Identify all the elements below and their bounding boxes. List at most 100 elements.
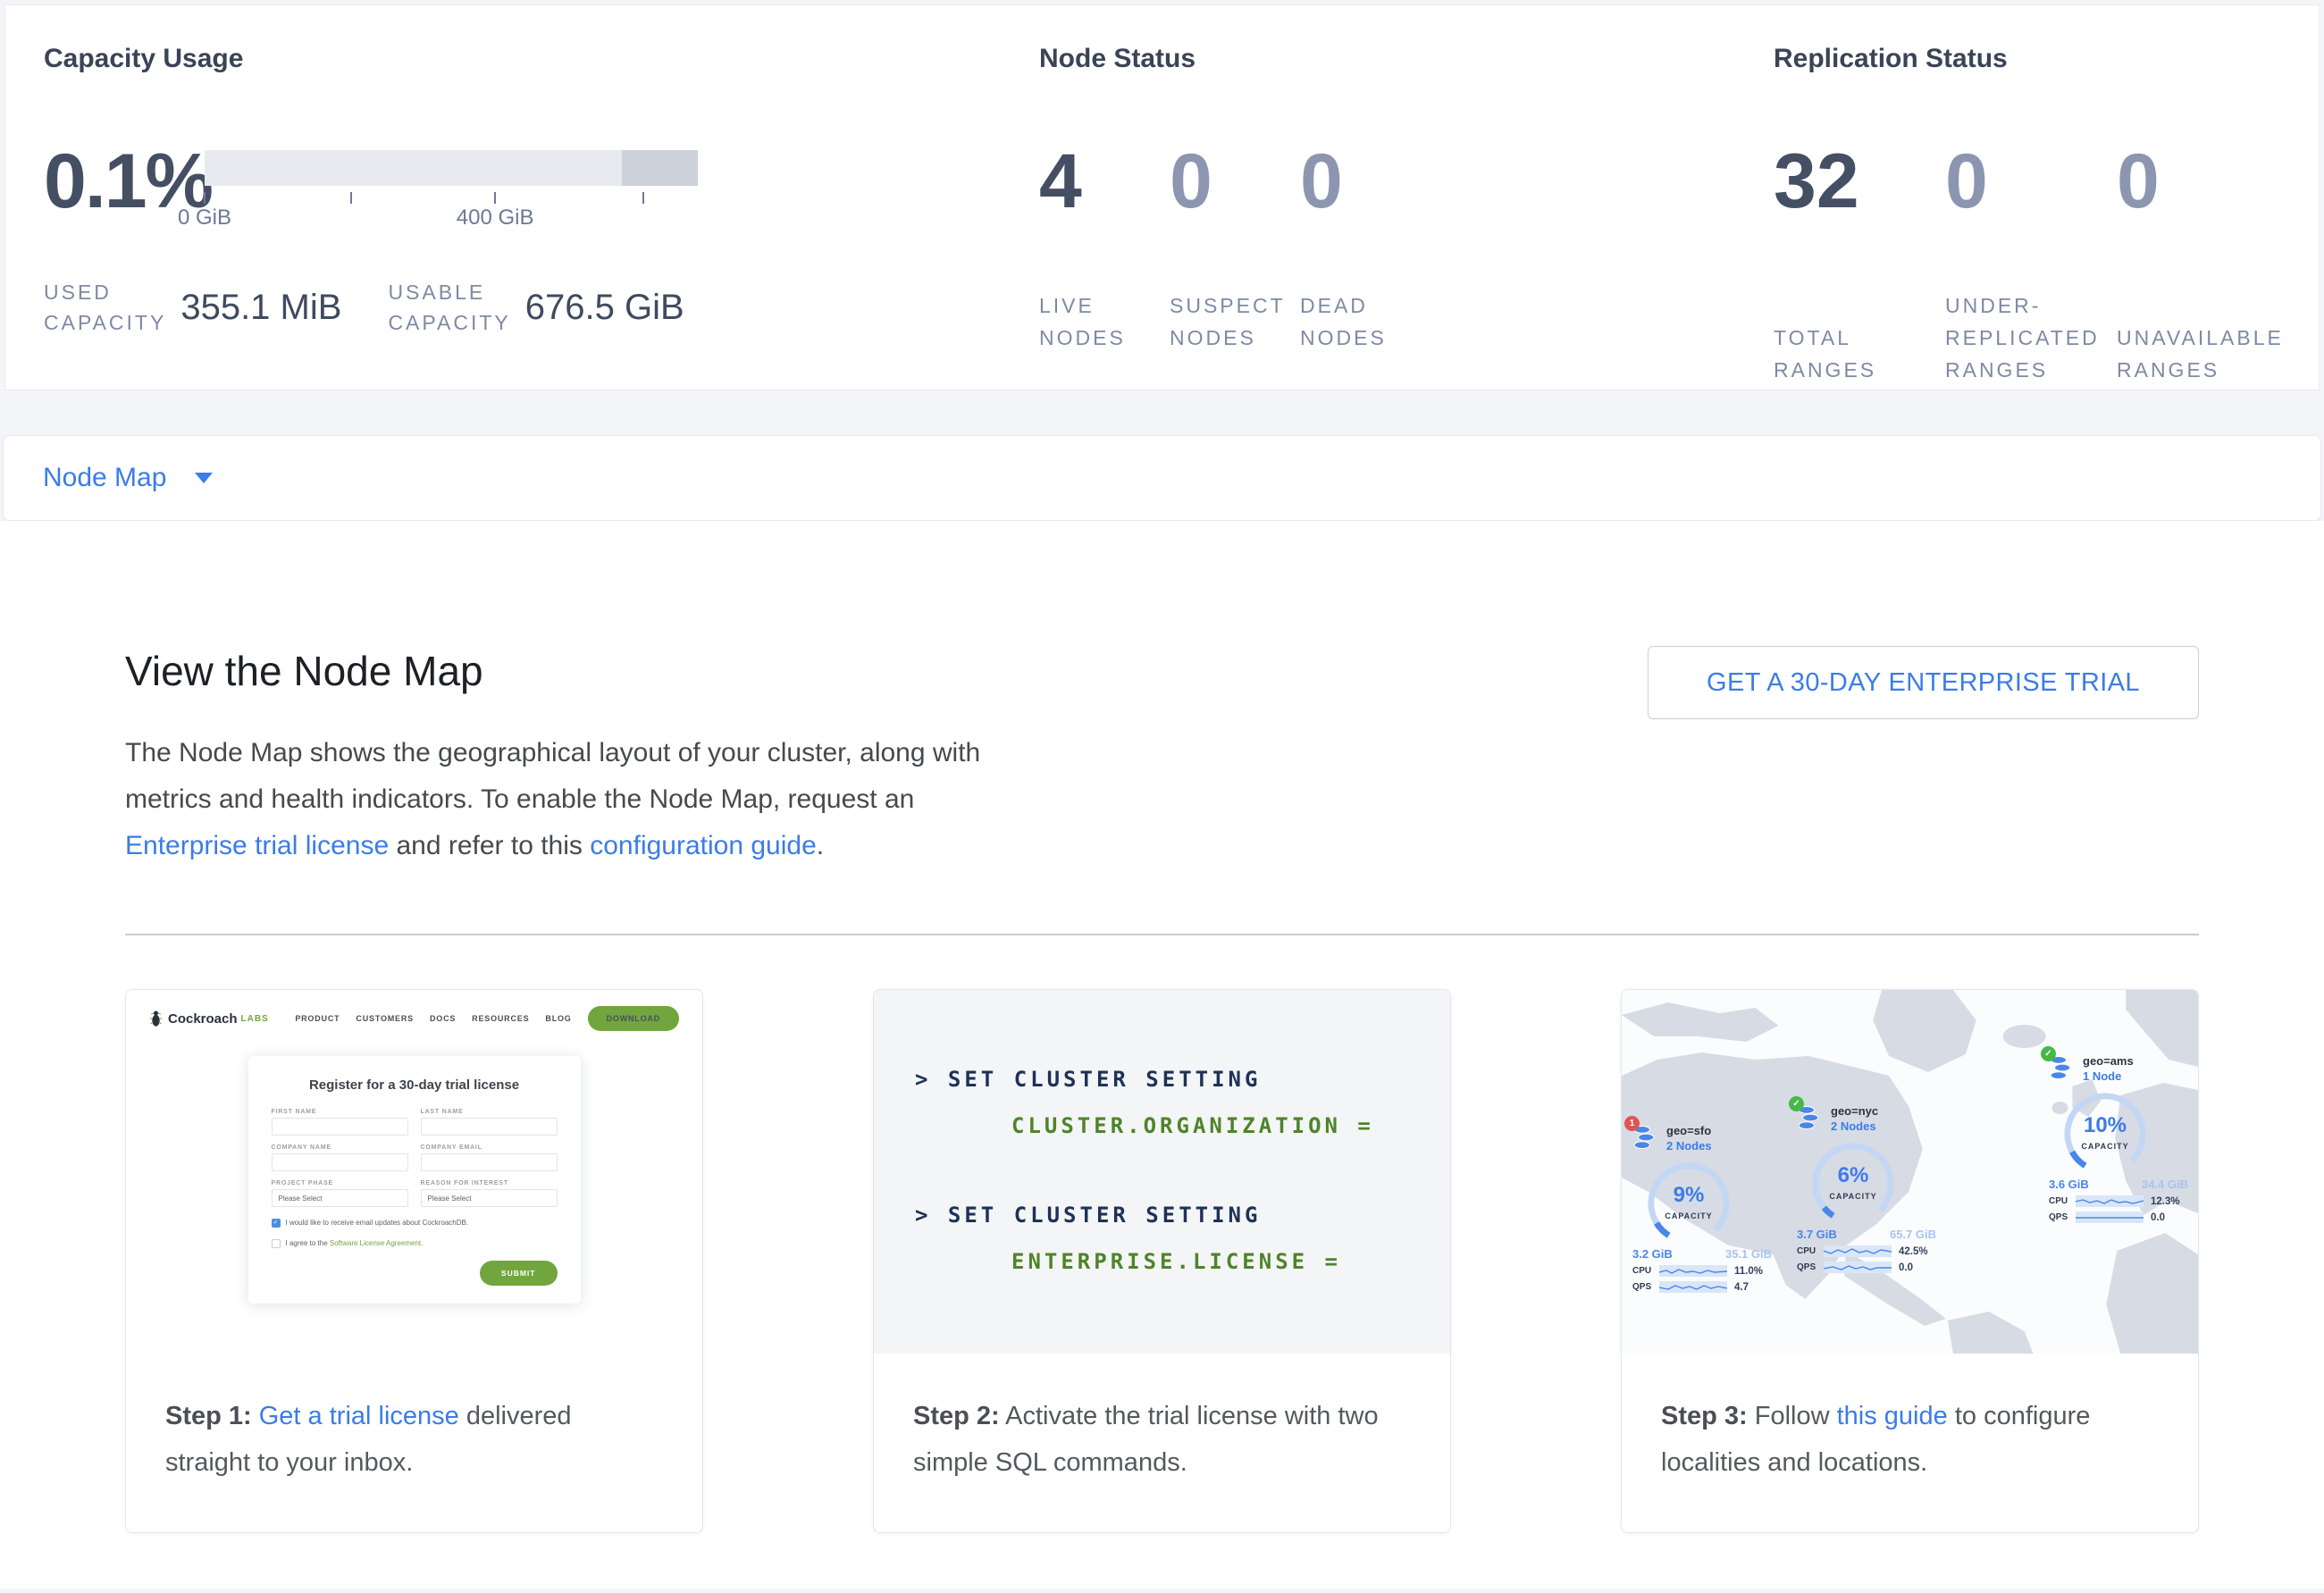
dead-nodes-label: DEAD NODES xyxy=(1300,289,1430,354)
cpu-value: 11.0% xyxy=(1734,1266,1763,1277)
cpu-label: CPU xyxy=(1797,1246,1824,1256)
cluster-summary-panel: Capacity Usage 0.1% 0 GiB 400 GiB xyxy=(4,4,2320,390)
submit-button: SUBMIT xyxy=(480,1261,558,1286)
nav-item-customers: CUSTOMERS xyxy=(356,1014,414,1023)
error-badge: 1 xyxy=(1624,1116,1640,1131)
last-name-label: LAST NAME xyxy=(421,1109,558,1115)
sql-keyword: SET CLUSTER SETTING xyxy=(948,1067,1262,1092)
last-name-field xyxy=(421,1118,558,1136)
step-1-text xyxy=(252,1402,259,1430)
brand-name: Cockroach xyxy=(168,1011,238,1027)
total-ranges-count: 32 xyxy=(1774,145,1945,234)
step-3-card: 1 geo=sfo 2 Nodes xyxy=(1621,989,2199,1533)
software-license-agreement-link: Software License Agreement. xyxy=(330,1239,424,1247)
axis-label-400: 400 GiB xyxy=(457,205,534,231)
under-replicated-ranges-count: 0 xyxy=(1945,145,2117,234)
section-title: Capacity Usage xyxy=(44,41,1039,77)
company-email-field xyxy=(421,1153,558,1171)
used-capacity: 3.7 GiB xyxy=(1797,1228,1837,1241)
site-nav: PRODUCT CUSTOMERS DOCS RESOURCES BLOG DO… xyxy=(279,1006,679,1031)
node-status-section: Node Status 4 0 0 LIVE NODES SUSPECT NOD… xyxy=(1039,41,1774,390)
used-capacity-label: USED CAPACITY xyxy=(44,277,166,338)
cockroach-bug-icon xyxy=(149,1010,163,1027)
nav-item-resources: RESOURCES xyxy=(472,1014,529,1023)
cpu-value: 12.3% xyxy=(2151,1196,2180,1207)
step-3-text: Follow xyxy=(1748,1402,1837,1430)
axis-label-zero: 0 GiB xyxy=(178,205,231,231)
total-capacity: 65.7 GiB xyxy=(1890,1228,1936,1241)
intro-text-block: View the Node Map The Node Map shows the… xyxy=(125,650,987,869)
cpu-label: CPU xyxy=(1632,1266,1659,1276)
capacity-label: CAPACITY xyxy=(1809,1192,1897,1201)
cpu-label: CPU xyxy=(2049,1196,2076,1206)
usable-capacity-value: 676.5 GiB xyxy=(525,288,684,328)
node-map-selector[interactable]: Node Map xyxy=(3,435,2321,521)
locality-name: geo=ams xyxy=(2083,1054,2134,1068)
sql-commands-preview: > SET CLUSTER SETTING CLUSTER.ORGANIZATI… xyxy=(874,990,1450,1354)
license-agreement-text: I agree to the xyxy=(286,1239,330,1247)
company-email-label: COMPANY EMAIL xyxy=(421,1144,558,1151)
map-cluster-ams: ✓ geo=ams 1 Node xyxy=(2049,1054,2194,1223)
capacity-label: CAPACITY xyxy=(2061,1142,2149,1151)
capacity-label: CAPACITY xyxy=(1645,1212,1733,1220)
nav-item-product: PRODUCT xyxy=(295,1014,340,1023)
sql-prompt: > xyxy=(915,1203,931,1228)
used-capacity: 3.2 GiB xyxy=(1632,1247,1673,1261)
qps-value: 4.7 xyxy=(1734,1282,1749,1293)
intro-text: and refer to this xyxy=(389,831,590,860)
node-count: 2 Nodes xyxy=(1831,1119,1878,1133)
form-title: Register for a 30-day trial license xyxy=(272,1077,558,1093)
healthy-badge: ✓ xyxy=(2041,1046,2056,1061)
sql-keyword: SET CLUSTER SETTING xyxy=(948,1203,1262,1228)
email-updates-checkbox: ✓ xyxy=(272,1219,281,1228)
step-2-label: Step 2: xyxy=(913,1402,1000,1430)
cpu-sparkline xyxy=(1659,1265,1727,1277)
used-capacity-value: 355.1 MiB xyxy=(180,288,341,328)
company-name-field xyxy=(272,1153,408,1171)
capacity-percent: 6% xyxy=(1809,1163,1897,1188)
reason-for-interest-select: Please Select xyxy=(421,1189,558,1207)
replication-status-section: Replication Status 32 0 0 TOTAL RANGES U… xyxy=(1774,41,2319,390)
sql-setting-name: ENTERPRISE.LICENSE = xyxy=(1011,1249,1450,1274)
step-2-card: > SET CLUSTER SETTING CLUSTER.ORGANIZATI… xyxy=(873,989,1451,1533)
capacity-gauge: 9% CAPACITY xyxy=(1645,1160,1733,1247)
under-replicated-ranges-label: UNDER- REPLICATED RANGES xyxy=(1945,289,2117,386)
capacity-percent: 9% xyxy=(1645,1183,1733,1208)
node-count: 2 Nodes xyxy=(1666,1139,1712,1153)
intro-text: The Node Map shows the geographical layo… xyxy=(125,738,980,814)
node-map-intro-section: View the Node Map The Node Map shows the… xyxy=(0,521,2324,1589)
first-name-label: FIRST NAME xyxy=(272,1109,408,1115)
get-trial-license-link[interactable]: Get a trial license xyxy=(259,1402,459,1430)
dead-nodes-count: 0 xyxy=(1300,145,1430,234)
intro-description: The Node Map shows the geographical layo… xyxy=(125,730,987,869)
total-ranges-label: TOTAL RANGES xyxy=(1774,322,1945,386)
qps-label: QPS xyxy=(1632,1282,1659,1292)
enterprise-trial-license-link[interactable]: Enterprise trial license xyxy=(125,831,389,860)
unavailable-ranges-label: UNAVAILABLE RANGES xyxy=(2117,322,2288,386)
node-map-preview: 1 geo=sfo 2 Nodes xyxy=(1622,990,2198,1354)
company-name-label: COMPANY NAME xyxy=(272,1144,408,1151)
section-title: Node Status xyxy=(1039,41,1774,77)
locality-name: geo=nyc xyxy=(1831,1104,1878,1118)
nav-item-docs: DOCS xyxy=(430,1014,456,1023)
section-title: Replication Status xyxy=(1774,41,2319,77)
qps-label: QPS xyxy=(2049,1212,2076,1222)
license-agreement-label: I agree to the Software License Agreemen… xyxy=(286,1239,424,1248)
trial-license-form: Register for a 30-day trial license FIRS… xyxy=(248,1056,581,1304)
used-capacity: 3.6 GiB xyxy=(2049,1178,2089,1191)
qps-sparkline xyxy=(2076,1212,2144,1223)
reason-for-interest-label: REASON FOR INTEREST xyxy=(421,1180,558,1186)
step-1-label: Step 1: xyxy=(165,1402,252,1430)
cpu-sparkline xyxy=(2076,1195,2144,1207)
qps-value: 0.0 xyxy=(1899,1262,1913,1273)
step-1-caption: Step 1: Get a trial license delivered st… xyxy=(126,1354,702,1486)
this-guide-link[interactable]: this guide xyxy=(1837,1402,1948,1430)
get-enterprise-trial-button[interactable]: GET A 30-DAY ENTERPRISE TRIAL xyxy=(1648,646,2199,719)
live-nodes-label: LIVE NODES xyxy=(1039,289,1170,354)
map-cluster-nyc: ✓ geo=nyc 2 Nodes xyxy=(1797,1104,1942,1273)
capacity-bar-usable-segment xyxy=(205,150,622,186)
brand-suffix: LABS xyxy=(241,1014,269,1024)
sql-prompt: > xyxy=(915,1067,931,1092)
configuration-guide-link[interactable]: configuration guide xyxy=(590,831,817,860)
node-count: 1 Node xyxy=(2083,1069,2134,1083)
